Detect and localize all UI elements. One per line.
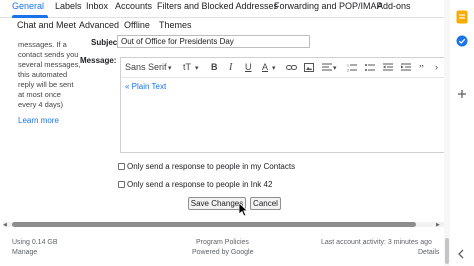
more-formatting-icon[interactable]: › <box>435 62 438 73</box>
image-icon[interactable] <box>304 63 314 72</box>
tab-chat-and-meet[interactable]: Chat and Meet <box>17 20 76 30</box>
size-dropdown-icon[interactable]: ▾ <box>195 63 199 74</box>
quote-icon[interactable]: ” <box>419 63 429 72</box>
last-account-activity: Last account activity: 3 minutes ago <box>321 239 432 246</box>
underline-icon[interactable]: U <box>245 62 252 73</box>
tab-advanced[interactable]: Advanced <box>79 20 119 30</box>
font-select-label: Sans Serif <box>125 62 167 72</box>
program-policies-link[interactable]: Program Policies <box>196 239 249 246</box>
font-select[interactable]: Sans Serif <box>125 62 167 73</box>
message-editor[interactable]: Sans Serif ▾ tT ▾ B I U A ▾ ▾ 12 ” › « P… <box>120 57 444 153</box>
horizontal-scrollbar-thumb[interactable] <box>12 222 416 227</box>
help-line: reply will be sent <box>18 80 74 89</box>
tab-inbox[interactable]: Inbox <box>86 1 108 11</box>
cancel-button[interactable]: Cancel <box>250 197 281 210</box>
tab-labels[interactable]: Labels <box>55 1 82 11</box>
font-size-icon[interactable]: tT <box>183 62 191 73</box>
help-line: this automated <box>18 70 68 79</box>
align-icon[interactable] <box>322 63 332 72</box>
help-line: messages. If a <box>18 40 67 49</box>
numbered-list-icon[interactable]: 12 <box>347 63 357 72</box>
scroll-left-arrow-icon[interactable]: ◀ <box>3 222 7 228</box>
vertical-scrollbar-thumb[interactable] <box>445 238 449 264</box>
svg-text:2: 2 <box>347 69 349 73</box>
notes-icon[interactable] <box>456 10 468 29</box>
svg-text:1: 1 <box>347 64 349 68</box>
vacation-help-text: messages. If a contact sends you several… <box>18 40 90 110</box>
settings-tabs: General Labels Inbox Accounts Filters an… <box>0 0 444 18</box>
manage-storage-link[interactable]: Manage <box>12 249 37 256</box>
indent-more-icon[interactable] <box>401 63 411 72</box>
help-line: at most once <box>18 90 61 99</box>
tab-general[interactable]: General <box>12 1 44 11</box>
tab-accounts[interactable]: Accounts <box>115 1 152 11</box>
bold-icon[interactable]: B <box>211 62 218 73</box>
link-icon[interactable] <box>286 63 297 72</box>
mouse-cursor-icon <box>239 203 249 217</box>
tab-forwarding[interactable]: Forwarding and POP/IMAP <box>274 1 383 11</box>
contacts-only-checkbox[interactable] <box>118 163 125 170</box>
powered-by-google: Powered by Google <box>192 249 254 256</box>
bulleted-list-icon[interactable] <box>365 63 375 72</box>
storage-usage: Using 0.14 GB <box>12 239 58 246</box>
vertical-scrollbar[interactable] <box>444 0 450 266</box>
contacts-only-label: Only send a response to people in my Con… <box>127 162 296 171</box>
details-link[interactable]: Details <box>418 249 439 256</box>
scroll-right-arrow-icon[interactable]: ▶ <box>436 222 440 228</box>
tab-filters[interactable]: Filters and Blocked Addresses <box>157 1 278 11</box>
font-dropdown-icon[interactable]: ▾ <box>168 63 172 74</box>
message-label: Message: <box>80 56 117 65</box>
svg-text:”: ” <box>419 63 424 72</box>
help-line: every 4 days) <box>18 100 64 109</box>
show-side-panel-icon[interactable] <box>457 246 465 264</box>
subject-input[interactable]: Out of Office for Presidents Day <box>117 35 310 48</box>
tab-themes[interactable]: Themes <box>159 20 192 30</box>
italic-icon[interactable]: I <box>229 62 232 73</box>
add-icon[interactable] <box>457 86 467 104</box>
horizontal-scrollbar[interactable] <box>3 222 444 227</box>
tasks-icon[interactable] <box>456 34 468 52</box>
domain-only-label: Only send a response to people in Ink 42 <box>127 180 273 189</box>
tab-addons[interactable]: Add-ons <box>377 1 411 11</box>
domain-only-checkbox[interactable] <box>118 181 125 188</box>
formatting-toolbar: Sans Serif ▾ tT ▾ B I U A ▾ ▾ 12 ” › <box>121 58 444 78</box>
learn-more-link[interactable]: Learn more <box>18 116 59 125</box>
text-color-dropdown-icon[interactable]: ▾ <box>272 63 276 74</box>
indent-less-icon[interactable] <box>383 63 393 72</box>
tab-offline[interactable]: Offline <box>124 20 150 30</box>
plain-text-link[interactable]: « Plain Text <box>125 82 166 91</box>
align-dropdown-icon[interactable]: ▾ <box>333 63 337 74</box>
text-color-icon[interactable]: A <box>262 62 268 73</box>
save-changes-button[interactable]: Save Changes <box>188 197 246 210</box>
active-tab-indicator <box>12 15 48 18</box>
